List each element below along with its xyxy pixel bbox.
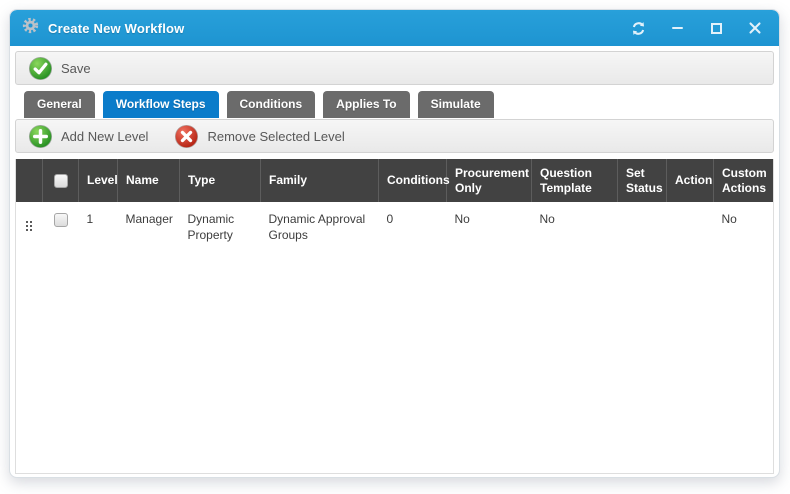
- col-action[interactable]: Action: [667, 159, 714, 202]
- tab-general[interactable]: General: [24, 91, 95, 118]
- table-header-row: Level Name Type Family Conditions Procur…: [16, 159, 774, 202]
- col-family[interactable]: Family: [261, 159, 379, 202]
- cell-action: [667, 202, 714, 251]
- col-type[interactable]: Type: [180, 159, 261, 202]
- cell-custom-actions: No: [714, 202, 774, 251]
- refresh-icon[interactable]: [630, 20, 646, 36]
- cell-type: Dynamic Property: [180, 202, 261, 251]
- row-drag-cell: [16, 202, 43, 251]
- add-plus-icon: [28, 124, 53, 149]
- row-checkbox[interactable]: [54, 213, 68, 227]
- cell-name: Manager: [118, 202, 180, 251]
- drag-handle-icon[interactable]: [26, 221, 32, 231]
- minimize-icon[interactable]: [669, 20, 685, 36]
- maximize-icon[interactable]: [708, 20, 724, 36]
- col-procurement-only[interactable]: Procurement Only: [447, 159, 532, 202]
- tab-conditions[interactable]: Conditions: [227, 91, 316, 118]
- col-name[interactable]: Name: [118, 159, 180, 202]
- tab-workflow-steps[interactable]: Workflow Steps: [103, 91, 219, 118]
- dialog-content: Save General Workflow Steps Conditions A…: [10, 46, 779, 478]
- save-label: Save: [61, 61, 91, 76]
- window-title: Create New Workflow: [48, 21, 184, 36]
- row-select-cell: [43, 202, 79, 251]
- save-toolbar: Save: [15, 51, 774, 85]
- close-icon[interactable]: [747, 20, 763, 36]
- add-new-level-label: Add New Level: [61, 129, 148, 144]
- add-new-level-button[interactable]: Add New Level: [24, 123, 152, 150]
- tab-applies-to[interactable]: Applies To: [323, 91, 409, 118]
- col-select-all: [43, 159, 79, 202]
- col-level[interactable]: Level: [79, 159, 118, 202]
- select-all-checkbox[interactable]: [54, 174, 68, 188]
- save-check-icon: [28, 56, 53, 81]
- col-set-status[interactable]: Set Status: [618, 159, 667, 202]
- cell-procurement-only: No: [447, 202, 532, 251]
- cell-level: 1: [79, 202, 118, 251]
- cell-set-status: [618, 202, 667, 251]
- steps-table: Level Name Type Family Conditions Procur…: [15, 159, 773, 251]
- titlebar: Create New Workflow: [10, 10, 779, 46]
- col-custom-actions[interactable]: Custom Actions: [714, 159, 774, 202]
- window-controls: [630, 20, 763, 36]
- cell-family: Dynamic Approval Groups: [261, 202, 379, 251]
- create-workflow-dialog: Create New Workflow: [9, 9, 780, 478]
- remove-selected-level-label: Remove Selected Level: [207, 129, 344, 144]
- col-drag-handle: [16, 159, 43, 202]
- tab-strip: General Workflow Steps Conditions Applie…: [24, 91, 774, 118]
- cell-question-template: No: [532, 202, 618, 251]
- remove-x-icon: [174, 124, 199, 149]
- remove-selected-level-button[interactable]: Remove Selected Level: [170, 123, 348, 150]
- gear-icon: [22, 17, 39, 39]
- table-row[interactable]: 1 Manager Dynamic Property Dynamic Appro…: [16, 202, 774, 251]
- cell-conditions: 0: [379, 202, 447, 251]
- col-conditions[interactable]: Conditions: [379, 159, 447, 202]
- save-button[interactable]: Save: [24, 55, 95, 82]
- level-toolbar: Add New Level Remove Selected Level: [15, 119, 774, 153]
- tab-simulate[interactable]: Simulate: [418, 91, 494, 118]
- col-question-template[interactable]: Question Template: [532, 159, 618, 202]
- workflow-steps-grid: Level Name Type Family Conditions Procur…: [15, 159, 774, 474]
